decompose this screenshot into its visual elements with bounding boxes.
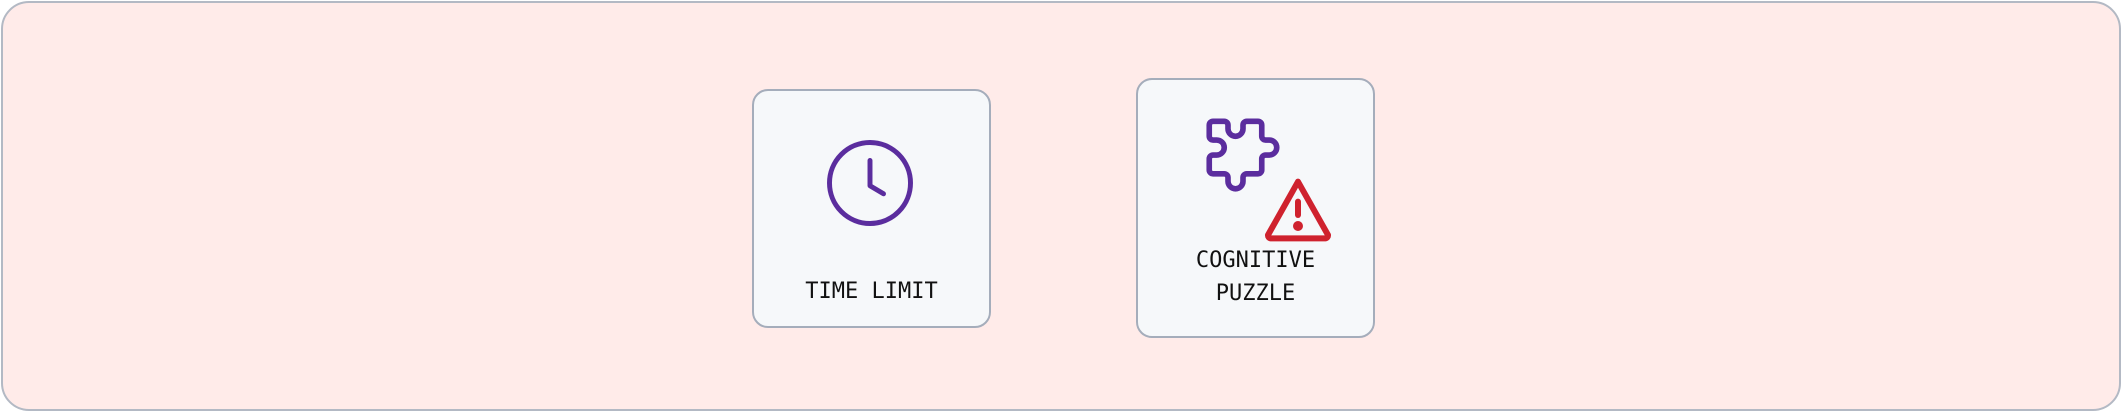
alert-triangle-icon: [1265, 178, 1331, 242]
cognitive-puzzle-card: COGNITIVE PUZZLE: [1136, 78, 1375, 338]
cognitive-label: COGNITIVE: [1195, 248, 1316, 273]
time-limit-label: TIME LIMIT: [805, 279, 938, 304]
time-limit-card: TIME LIMIT: [752, 89, 991, 328]
puzzle-label: PUZZLE: [1215, 281, 1296, 306]
clock-icon: [827, 140, 913, 226]
diagram-panel: TIME LIMIT COGNITIVE PUZZLE: [1, 1, 2121, 411]
